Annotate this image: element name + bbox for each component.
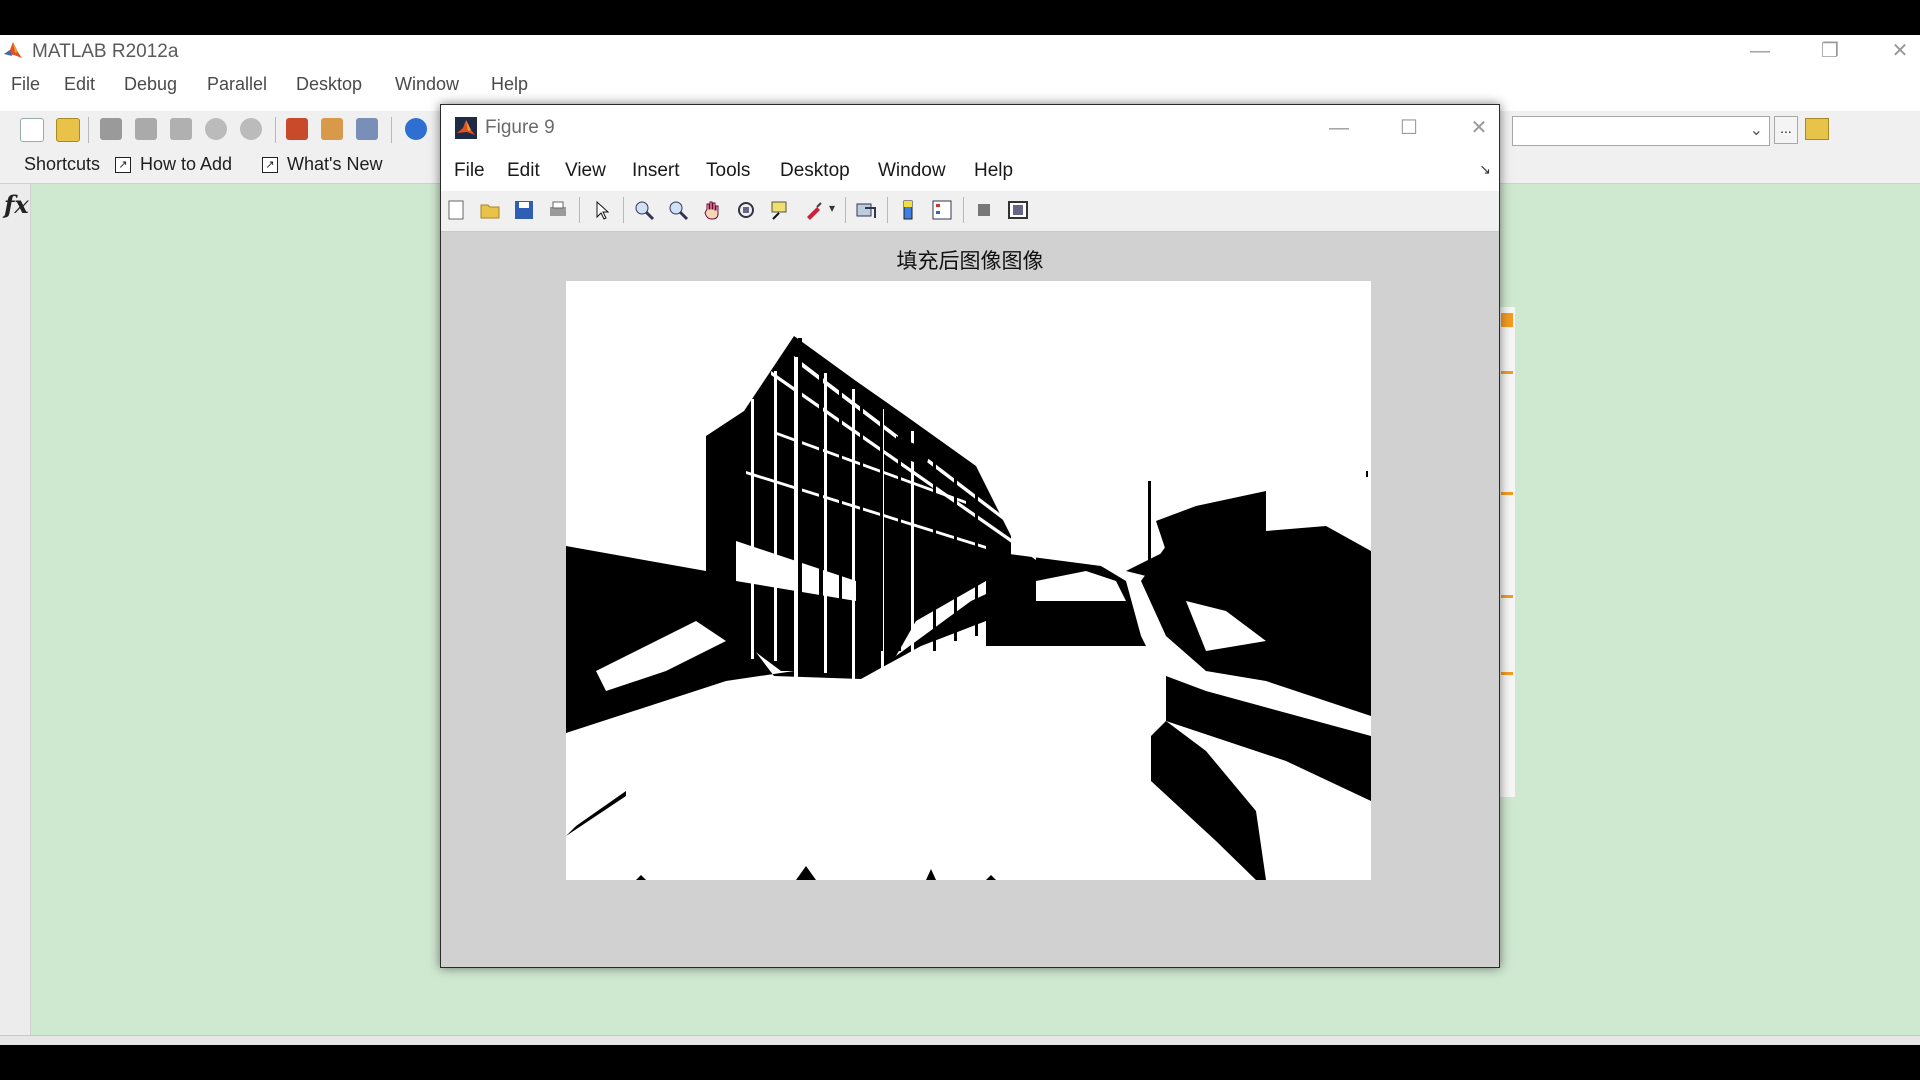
figure-toolbar: ▾ bbox=[441, 191, 1499, 232]
hide-plot-tools-icon[interactable] bbox=[973, 199, 995, 221]
zoom-out-icon[interactable] bbox=[667, 199, 689, 221]
rotate-icon[interactable] bbox=[735, 199, 757, 221]
fig-menu-tools[interactable]: Tools bbox=[706, 160, 750, 182]
fig-menu-file[interactable]: File bbox=[454, 160, 485, 182]
marker bbox=[1501, 492, 1513, 495]
browse-folder-button[interactable]: ... bbox=[1774, 116, 1798, 144]
binary-image bbox=[566, 281, 1371, 880]
shortcuts-label[interactable]: Shortcuts bbox=[24, 154, 100, 175]
menu-window[interactable]: Window bbox=[395, 74, 459, 95]
toolbar-separator bbox=[275, 117, 276, 143]
fig-menu-desktop[interactable]: Desktop bbox=[780, 160, 850, 182]
bottom-letterbox bbox=[0, 1045, 1920, 1080]
figure-title-bar: Figure 9 — ☐ ✕ bbox=[441, 105, 1499, 151]
fig-menu-view[interactable]: View bbox=[565, 160, 606, 182]
fig-menu-window[interactable]: Window bbox=[878, 160, 946, 182]
top-letterbox bbox=[0, 0, 1920, 35]
command-window-gutter: fx bbox=[0, 184, 31, 1045]
close-button[interactable]: ✕ bbox=[1870, 37, 1920, 65]
marker bbox=[1501, 313, 1513, 327]
help-icon[interactable] bbox=[405, 118, 427, 140]
figure-window: Figure 9 — ☐ ✕ File Edit View Insert Too… bbox=[440, 104, 1500, 968]
toolbar-separator bbox=[623, 197, 624, 223]
toolbar-separator bbox=[963, 197, 964, 223]
new-figure-icon[interactable] bbox=[445, 199, 467, 221]
matlab-logo-icon bbox=[4, 42, 22, 58]
menu-edit[interactable]: Edit bbox=[64, 74, 95, 95]
up-folder-icon[interactable] bbox=[1805, 118, 1829, 140]
redo-icon[interactable] bbox=[240, 118, 262, 140]
menu-help[interactable]: Help bbox=[491, 74, 528, 95]
fig-menu-edit[interactable]: Edit bbox=[507, 160, 540, 182]
colorbar-icon[interactable] bbox=[897, 199, 919, 221]
edit-plot-icon[interactable] bbox=[591, 199, 613, 221]
toolbar-separator bbox=[845, 197, 846, 223]
figure-close-button[interactable]: ✕ bbox=[1449, 114, 1499, 142]
menu-desktop[interactable]: Desktop bbox=[296, 74, 362, 95]
new-file-icon[interactable] bbox=[20, 118, 44, 142]
menu-file[interactable]: File bbox=[11, 74, 40, 95]
data-cursor-icon[interactable] bbox=[769, 199, 791, 221]
open-file-icon[interactable] bbox=[479, 199, 501, 221]
how-to-add-link[interactable]: How to Add bbox=[140, 154, 232, 175]
show-plot-tools-icon[interactable] bbox=[1007, 199, 1029, 221]
toolbar-separator bbox=[579, 197, 580, 223]
fig-menu-help[interactable]: Help bbox=[974, 160, 1013, 182]
brush-icon[interactable] bbox=[803, 199, 825, 221]
figure-title: Figure 9 bbox=[485, 117, 555, 138]
legend-icon[interactable] bbox=[931, 199, 953, 221]
current-folder-combo[interactable]: ⌄ bbox=[1512, 116, 1770, 146]
shortcut-link-icon: ↗ bbox=[262, 157, 278, 173]
copy-icon[interactable] bbox=[135, 118, 157, 140]
status-bar bbox=[0, 1035, 1920, 1045]
marker bbox=[1501, 371, 1513, 374]
profiler-icon[interactable] bbox=[356, 118, 378, 140]
chevron-down-icon[interactable]: ⌄ bbox=[1750, 120, 1763, 140]
print-icon[interactable] bbox=[547, 199, 569, 221]
figure-logo-icon bbox=[455, 117, 477, 139]
toolbar-separator bbox=[88, 117, 89, 143]
toolbar-separator bbox=[887, 197, 888, 223]
restore-button[interactable]: ❐ bbox=[1800, 37, 1860, 65]
minimize-button[interactable]: — bbox=[1730, 37, 1790, 65]
zoom-in-icon[interactable] bbox=[633, 199, 655, 221]
figure-menubar: File Edit View Insert Tools Desktop Wind… bbox=[441, 151, 1499, 191]
matlab-title: MATLAB R2012a bbox=[32, 41, 179, 62]
pan-icon[interactable] bbox=[701, 199, 723, 221]
guide-icon[interactable] bbox=[321, 118, 343, 140]
figure-maximize-button[interactable]: ☐ bbox=[1379, 114, 1439, 142]
binary-image-axes[interactable] bbox=[566, 281, 1371, 880]
open-icon[interactable] bbox=[56, 118, 80, 142]
axes-title: 填充后图像图像 bbox=[896, 250, 1044, 273]
fig-menu-insert[interactable]: Insert bbox=[632, 160, 680, 182]
undo-icon[interactable] bbox=[205, 118, 227, 140]
marker bbox=[1501, 672, 1513, 675]
menu-debug[interactable]: Debug bbox=[124, 74, 177, 95]
cut-icon[interactable] bbox=[100, 118, 122, 140]
simulink-icon[interactable] bbox=[286, 118, 308, 140]
save-icon[interactable] bbox=[513, 199, 535, 221]
toolbar-separator bbox=[391, 117, 392, 143]
brush-dropdown-icon[interactable]: ▾ bbox=[829, 201, 835, 215]
function-browser-icon[interactable]: fx bbox=[4, 190, 29, 219]
marker bbox=[1501, 595, 1513, 598]
matlab-title-bar: MATLAB R2012a — ❐ ✕ bbox=[0, 35, 1920, 68]
figure-minimize-button[interactable]: — bbox=[1309, 114, 1369, 142]
paste-icon[interactable] bbox=[170, 118, 192, 140]
menu-parallel[interactable]: Parallel bbox=[207, 74, 267, 95]
dock-figure-icon[interactable]: ↘ bbox=[1479, 161, 1491, 178]
link-icon[interactable] bbox=[855, 199, 877, 221]
whats-new-link[interactable]: What's New bbox=[287, 154, 382, 175]
shortcut-link-icon: ↗ bbox=[115, 157, 131, 173]
